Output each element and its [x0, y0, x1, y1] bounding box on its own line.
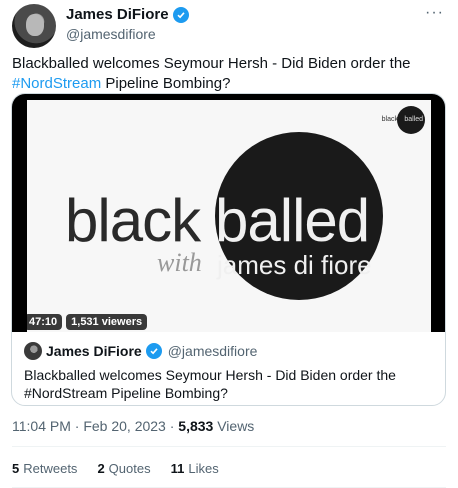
mini-logo-text-left: black: [381, 116, 398, 123]
quoted-verified-badge-icon: [145, 343, 162, 359]
tweet-meta: 11:04 PM · Feb 20, 2023 · 5,833 Views: [12, 418, 254, 434]
stat-retweets[interactable]: 5 Retweets: [12, 461, 77, 476]
divider: [12, 446, 446, 447]
quoted-tweet-text: Blackballed welcomes Seymour Hersh - Did…: [24, 367, 396, 401]
mini-logo-text-right: balled: [404, 116, 423, 123]
likes-count: 11: [170, 461, 185, 476]
avatar-face: [26, 14, 44, 36]
duration-badge: 47:10: [24, 314, 63, 330]
brand-word-balled: balled: [215, 187, 370, 254]
viewers-badge: 1,531 viewers: [66, 314, 148, 330]
quotes-label: Quotes: [108, 461, 151, 476]
video-player[interactable]: black balled with james di fiore black b…: [12, 94, 445, 332]
author-avatar[interactable]: [12, 4, 56, 48]
quotes-count: 2: [97, 461, 105, 476]
author-handle[interactable]: @jamesdifiore: [66, 26, 156, 42]
retweets-label: Retweets: [23, 461, 78, 476]
quoted-tweet[interactable]: James DiFiore @jamesdifiore Blackballed …: [12, 332, 445, 405]
brand-host-text: james di fiore: [217, 250, 372, 280]
views-count: 5,833: [178, 418, 214, 434]
quoted-tweet-card[interactable]: black balled with james di fiore black b…: [11, 93, 446, 406]
retweets-count: 5: [12, 461, 20, 476]
video-frame: black balled with james di fiore black b…: [27, 100, 431, 332]
video-badges: 47:10 1,531 viewers: [24, 314, 148, 330]
author-name-row: James DiFiore: [66, 6, 189, 23]
tweet-text-before: Blackballed welcomes Seymour Hersh - Did…: [12, 55, 411, 72]
engagement-stats: 5 Retweets 2 Quotes 11 Likes: [12, 461, 219, 476]
brand-with-text: with: [157, 248, 202, 277]
stat-quotes[interactable]: 2 Quotes: [97, 461, 150, 476]
likes-label: Likes: [188, 461, 219, 476]
hashtag-link[interactable]: #NordStream: [12, 75, 101, 92]
quoted-tweet-header: James DiFiore @jamesdifiore: [24, 342, 435, 360]
quoted-handle: @jamesdifiore: [167, 343, 258, 359]
author-display-name[interactable]: James DiFiore: [66, 6, 169, 23]
quoted-display-name: James DiFiore: [46, 343, 142, 359]
tweet-text: Blackballed welcomes Seymour Hersh - Did…: [12, 54, 442, 94]
views-label: Views: [213, 418, 255, 434]
quoted-avatar: [24, 342, 42, 360]
tweet-timestamp[interactable]: 11:04 PM · Feb 20, 2023 ·: [12, 418, 178, 434]
verified-badge-icon: [172, 6, 189, 23]
stat-likes[interactable]: 11 Likes: [171, 461, 219, 476]
tweet-text-after: Pipeline Bombing?: [101, 75, 231, 92]
brand-word-black: black: [65, 187, 201, 254]
more-options-icon[interactable]: ···: [425, 4, 444, 22]
